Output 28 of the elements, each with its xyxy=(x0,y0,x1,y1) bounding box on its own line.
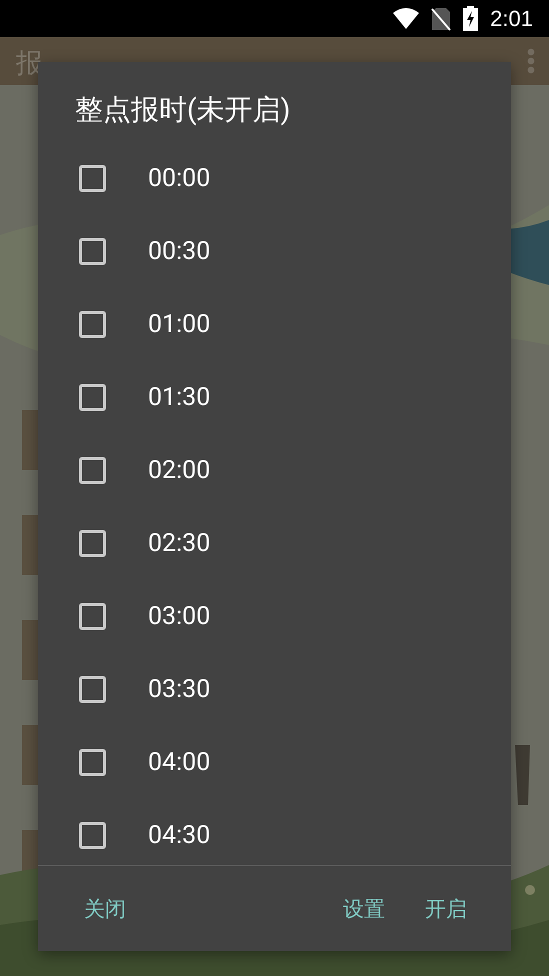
time-label: 01:00 xyxy=(148,310,210,339)
dialog-button[interactable]: 开启 xyxy=(409,886,483,930)
dialog-button[interactable]: 关闭 xyxy=(68,886,142,930)
time-label: 01:30 xyxy=(148,383,210,412)
checkbox[interactable] xyxy=(79,530,106,557)
time-label: 04:30 xyxy=(148,821,210,850)
dialog-button[interactable]: 设置 xyxy=(327,886,401,930)
checkbox[interactable] xyxy=(79,384,106,411)
checkbox[interactable] xyxy=(79,165,106,192)
checkbox[interactable] xyxy=(79,457,106,484)
checkbox[interactable] xyxy=(79,238,106,265)
checkbox[interactable] xyxy=(79,822,106,849)
checkbox[interactable] xyxy=(79,603,106,630)
status-time: 2:01 xyxy=(490,6,533,32)
time-label: 00:00 xyxy=(148,164,210,193)
time-label: 04:00 xyxy=(148,748,210,777)
checkbox[interactable] xyxy=(79,749,106,776)
dialog-title: 整点报时(未开启) xyxy=(74,92,292,128)
wifi-icon xyxy=(393,8,420,30)
battery-charging-icon xyxy=(463,6,478,31)
time-label: 02:30 xyxy=(148,529,210,558)
time-label: 02:00 xyxy=(148,456,210,485)
checkbox[interactable] xyxy=(79,311,106,338)
no-sim-icon xyxy=(431,6,452,30)
time-label: 03:30 xyxy=(148,675,210,704)
time-label: 03:00 xyxy=(148,602,210,631)
time-label: 00:30 xyxy=(148,237,210,266)
checkbox[interactable] xyxy=(79,676,106,703)
